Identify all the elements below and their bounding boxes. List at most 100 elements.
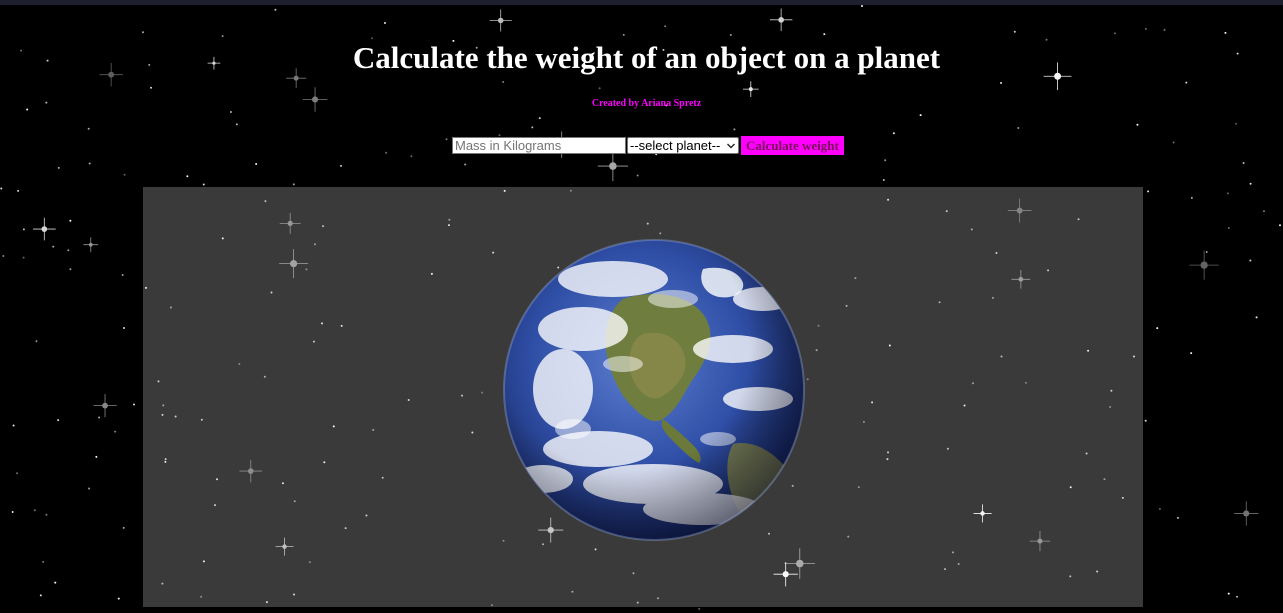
star-sparkle: [1047, 269, 1050, 272]
star-sparkle: [594, 548, 597, 551]
star-sparkle: [773, 562, 798, 587]
page-content: Calculate the weight of an object on a p…: [0, 0, 1283, 613]
star-sparkle: [862, 420, 865, 423]
star-sparkle: [971, 382, 974, 385]
star-sparkle: [1110, 389, 1113, 392]
star-sparkle: [312, 340, 315, 343]
star-sparkle: [503, 189, 506, 192]
star-sparkle: [944, 568, 947, 571]
star-sparkle: [174, 415, 177, 418]
star-sparkle: [857, 486, 860, 489]
star-sparkle: [447, 224, 450, 227]
star-sparkle: [1011, 269, 1031, 289]
star-sparkle: [281, 482, 284, 485]
star-sparkle: [221, 237, 224, 240]
star-sparkle: [542, 543, 545, 546]
chevron-down-icon: [727, 143, 735, 148]
page-title: Calculate the weight of an object on a p…: [352, 40, 941, 75]
star-sparkle: [886, 458, 889, 461]
star-sparkle: [461, 394, 464, 397]
planet-image-panel: [143, 187, 1143, 607]
star-sparkle: [995, 251, 998, 254]
star-sparkle: [888, 344, 891, 347]
star-sparkle: [213, 504, 216, 507]
star-sparkle: [322, 225, 325, 228]
star-sparkle: [1069, 575, 1072, 578]
author-credit: Created by Ariana Spretz: [591, 98, 702, 109]
star-sparkle: [321, 322, 324, 325]
star-sparkle: [1087, 349, 1090, 352]
star-sparkle: [157, 380, 160, 383]
star-sparkle: [1007, 198, 1032, 223]
star-sparkle: [293, 500, 296, 503]
star-sparkle: [164, 460, 167, 463]
star-sparkle: [815, 349, 818, 352]
star-sparkle: [632, 572, 635, 575]
star-sparkle: [490, 604, 493, 607]
star-sparkle: [164, 458, 167, 461]
star-sparkle: [270, 291, 273, 294]
star-sparkle: [430, 272, 433, 275]
earth-image: [503, 239, 805, 541]
planet-select-value: --select planet--: [630, 138, 721, 153]
star-sparkle: [162, 404, 165, 407]
star-sparkle: [951, 551, 954, 554]
star-sparkle: [275, 537, 294, 556]
mass-input[interactable]: [452, 137, 626, 154]
star-sparkle: [646, 222, 649, 225]
star-sparkle: [264, 200, 267, 203]
calculate-weight-button[interactable]: Calculate weight: [741, 136, 844, 155]
star-sparkle: [963, 404, 966, 407]
star-sparkle: [216, 478, 219, 481]
star-sparkle: [263, 375, 266, 378]
star-sparkle: [169, 306, 172, 309]
star-sparkle: [305, 268, 308, 271]
star-sparkle: [887, 198, 890, 201]
star-sparkle: [946, 447, 949, 450]
star-sparkle: [372, 428, 375, 431]
star-sparkle: [344, 527, 347, 530]
star-sparkle: [973, 504, 992, 523]
star-sparkle: [991, 296, 994, 299]
star-sparkle: [200, 595, 203, 598]
star-sparkle: [1109, 406, 1112, 409]
star-sparkle: [239, 459, 263, 483]
star-sparkle: [847, 535, 850, 538]
star-sparkle: [238, 362, 241, 365]
star-sparkle: [265, 601, 268, 604]
star-sparkle: [161, 582, 164, 585]
star-sparkle: [1029, 530, 1051, 552]
planet-select[interactable]: --select planet--: [627, 137, 739, 154]
star-sparkle: [1024, 381, 1027, 384]
star-sparkle: [314, 243, 317, 246]
star-sparkle: [145, 286, 148, 289]
star-sparkle: [957, 563, 960, 566]
star-sparkle: [200, 418, 203, 421]
star-sparkle: [202, 560, 205, 563]
star-sparkle: [1000, 355, 1003, 358]
star-sparkle: [365, 514, 368, 517]
star-sparkle: [492, 251, 495, 254]
star-sparkle: [854, 277, 857, 280]
weight-form: --select planet-- Calculate weight: [452, 136, 844, 155]
star-sparkle: [1096, 570, 1099, 573]
star-sparkle: [471, 431, 474, 434]
star-sparkle: [938, 301, 941, 304]
star-sparkle: [332, 425, 335, 428]
star-sparkle: [308, 561, 311, 564]
star-sparkle: [636, 601, 639, 604]
star-sparkle: [1069, 486, 1072, 489]
star-sparkle: [659, 232, 662, 235]
star-sparkle: [970, 228, 973, 231]
star-sparkle: [571, 590, 574, 593]
star-sparkle: [1121, 496, 1124, 499]
star-sparkle: [323, 461, 326, 464]
star-sparkle: [340, 324, 343, 327]
star-sparkle: [871, 401, 874, 404]
star-sparkle: [279, 212, 301, 234]
star-sparkle: [845, 304, 848, 307]
star-sparkle: [448, 218, 451, 221]
star-sparkle: [656, 597, 659, 600]
star-sparkle: [481, 391, 484, 394]
star-sparkle: [806, 378, 809, 381]
